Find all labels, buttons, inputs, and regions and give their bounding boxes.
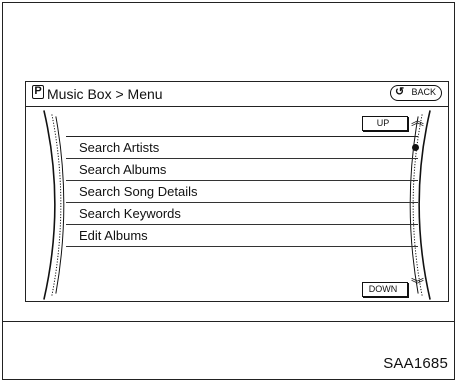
back-button[interactable]: ↺ BACK	[390, 85, 442, 101]
page-up-button[interactable]: UP	[362, 116, 408, 131]
list-item[interactable]: Search Keywords	[66, 203, 418, 225]
scroll-position-dot-icon	[412, 144, 419, 151]
double-chevron-up-icon[interactable]: ︽	[411, 114, 424, 127]
list-item-label: Edit Albums	[79, 228, 148, 243]
display-screen: P Music Box > Menu ↺ BACK UP ︽ Search Ar…	[25, 81, 449, 302]
double-chevron-down-icon[interactable]: ︾	[411, 278, 424, 291]
figure-code: SAA1685	[383, 355, 448, 372]
screen-header: P Music Box > Menu ↺ BACK	[26, 82, 448, 106]
list-item-label: Search Song Details	[79, 184, 198, 199]
list-item[interactable]: Search Artists	[66, 137, 418, 159]
list-item-label: Search Artists	[79, 140, 160, 155]
list-item[interactable]: Edit Albums	[66, 225, 418, 247]
back-arrow-icon: ↺	[395, 86, 405, 98]
source-p-icon: P	[32, 85, 44, 99]
breadcrumb: Music Box > Menu	[47, 86, 163, 102]
list-item[interactable]: Search Albums	[66, 159, 418, 181]
list-item[interactable]: Search Song Details	[66, 181, 418, 203]
figure-bottom-divider	[3, 321, 454, 322]
back-button-label: BACK	[411, 87, 436, 97]
page-down-button[interactable]: DOWN	[362, 282, 408, 297]
list-item-label: Search Keywords	[79, 206, 181, 221]
menu-list: UP ︽ Search Artists Search Albums Search…	[26, 106, 448, 303]
figure-frame: P Music Box > Menu ↺ BACK UP ︽ Search Ar…	[2, 2, 455, 380]
list-item-label: Search Albums	[79, 162, 167, 177]
